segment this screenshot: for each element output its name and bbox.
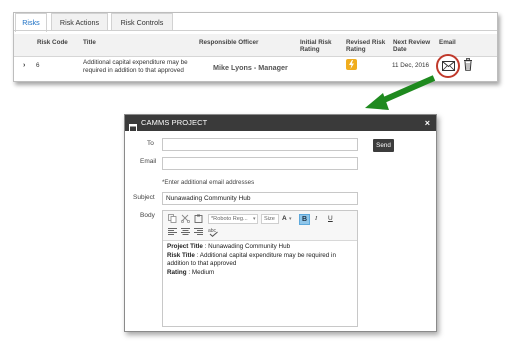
to-field[interactable] xyxy=(162,138,358,151)
cut-icon[interactable] xyxy=(180,214,191,227)
chevron-down-icon: ▾ xyxy=(289,216,292,222)
to-label: To xyxy=(147,140,154,147)
dialog-title: CAMMS PROJECT xyxy=(141,118,208,127)
project-title-value: : Nunawading Community Hub xyxy=(202,243,291,250)
body-editor[interactable]: *Roboto Reg... ▾ Size A ▾ B I U abc Proj… xyxy=(162,210,358,327)
rating-value: : Medium xyxy=(186,268,215,276)
body-rating-line: Rating : Medium xyxy=(167,269,353,278)
body-project-title-line: Project Title : Nunawading Community Hub xyxy=(167,243,353,252)
font-color-button[interactable]: A xyxy=(282,214,287,224)
font-family-select[interactable]: *Roboto Reg... xyxy=(208,214,258,224)
close-icon[interactable]: × xyxy=(425,115,430,131)
copy-icon[interactable] xyxy=(168,214,177,227)
bold-button[interactable]: B xyxy=(299,214,310,225)
align-center-icon[interactable] xyxy=(181,227,190,240)
spellcheck-icon[interactable]: abc xyxy=(208,227,219,241)
subject-label: Subject xyxy=(133,194,155,201)
font-size-select[interactable]: Size xyxy=(261,214,279,224)
body-risk-title-line: Risk Title : Additional capital expendit… xyxy=(167,252,353,269)
project-title-label: Project Title xyxy=(167,243,203,250)
window-icon xyxy=(129,119,137,137)
editor-toolbar: *Roboto Reg... ▾ Size A ▾ B I U abc xyxy=(163,211,357,241)
svg-text:abc: abc xyxy=(208,228,217,234)
paste-icon[interactable] xyxy=(194,214,203,227)
risk-title-label: Risk Title xyxy=(167,251,195,259)
email-label: Email xyxy=(140,158,157,165)
email-body-content: Project Title : Nunawading Community Hub… xyxy=(167,243,353,277)
italic-button[interactable]: I xyxy=(315,214,317,224)
align-right-icon[interactable] xyxy=(194,227,203,240)
send-button[interactable]: Send xyxy=(373,139,394,152)
subject-field[interactable] xyxy=(162,192,358,205)
dialog-header: CAMMS PROJECT × xyxy=(125,115,436,132)
email-field[interactable] xyxy=(162,157,358,170)
align-left-icon[interactable] xyxy=(168,227,177,240)
rating-label: Rating xyxy=(167,268,187,276)
body-label: Body xyxy=(140,212,155,219)
chevron-down-icon: ▾ xyxy=(253,216,256,222)
email-hint: *Enter additional email addresses xyxy=(162,179,255,186)
underline-button[interactable]: U xyxy=(328,214,333,224)
email-dialog: CAMMS PROJECT × To Send Email *Enter add… xyxy=(124,114,437,332)
